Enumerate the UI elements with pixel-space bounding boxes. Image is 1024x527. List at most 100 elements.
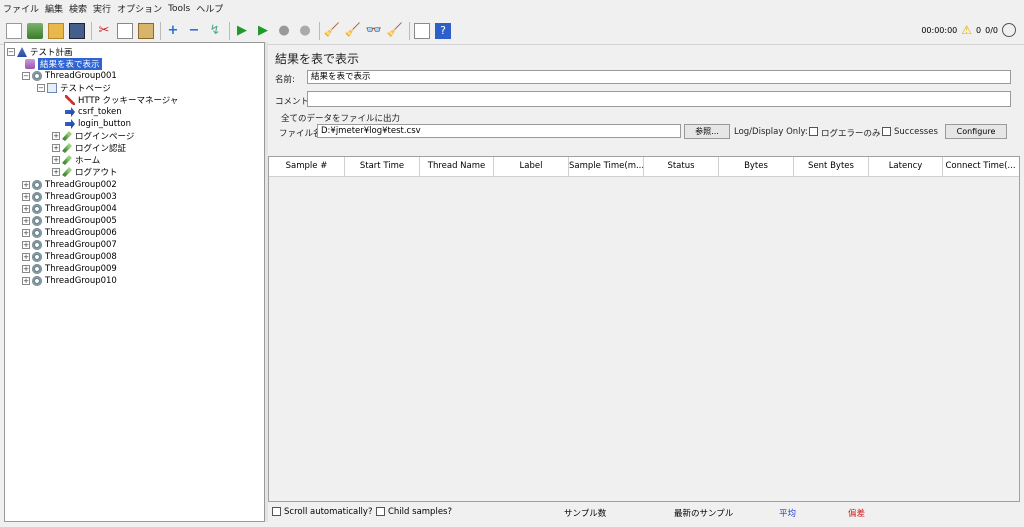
shutdown-icon[interactable]: ● xyxy=(297,23,313,39)
column-header[interactable]: Connect Time(... xyxy=(943,157,1018,177)
tree-node-thread-group[interactable]: + ThreadGroup002 xyxy=(22,179,117,191)
open-icon[interactable] xyxy=(48,22,64,39)
column-header[interactable]: Bytes xyxy=(719,157,794,177)
save-icon[interactable] xyxy=(69,22,85,39)
tree-node-thread-group[interactable]: + ThreadGroup004 xyxy=(22,203,117,215)
tree-node-login-page[interactable]: + ログインページ xyxy=(52,130,134,142)
tree-label: ThreadGroup001 xyxy=(45,71,117,81)
tree-node-cookie-manager[interactable]: HTTP クッキーマネージャ xyxy=(65,94,178,106)
comment-field[interactable] xyxy=(307,91,1011,107)
expand-toggle[interactable]: + xyxy=(52,144,60,152)
menu-edit[interactable]: 編集 xyxy=(45,2,63,15)
tree-node-home[interactable]: + ホーム xyxy=(52,154,100,166)
expand-toggle[interactable]: + xyxy=(22,253,30,261)
column-header[interactable]: Start Time xyxy=(345,157,420,177)
templates-icon[interactable] xyxy=(27,22,43,39)
expand-toggle[interactable]: + xyxy=(52,168,60,176)
tree-node-thread-group[interactable]: + ThreadGroup008 xyxy=(22,251,117,263)
tree-node-thread-group[interactable]: + ThreadGroup006 xyxy=(22,227,117,239)
tree-node-thread-group[interactable]: − ThreadGroup001 xyxy=(22,70,117,82)
configure-button[interactable]: Configure xyxy=(945,124,1007,139)
column-header[interactable]: Thread Name xyxy=(420,157,494,177)
start-no-pause-icon[interactable]: ▶ xyxy=(255,23,271,39)
paste-icon[interactable] xyxy=(138,22,154,39)
toolbar-separator xyxy=(409,21,410,40)
copy-icon[interactable] xyxy=(117,22,133,39)
thread-group-icon xyxy=(32,192,42,202)
expand-toggle[interactable]: + xyxy=(52,132,60,140)
function-helper-icon[interactable] xyxy=(414,22,430,39)
menu-search[interactable]: 検索 xyxy=(69,2,87,15)
tree-node-csrf-token[interactable]: csrf_token xyxy=(65,106,122,118)
successes-checkbox[interactable] xyxy=(882,127,891,136)
test-plan-icon xyxy=(17,47,27,57)
tree-node-test-page[interactable]: − テストページ xyxy=(37,82,111,94)
column-header[interactable]: Status xyxy=(644,157,719,177)
toolbar-separator xyxy=(160,21,161,40)
stop-icon[interactable]: ● xyxy=(276,23,292,39)
new-icon[interactable] xyxy=(6,22,22,39)
tree-label: login_button xyxy=(78,119,131,129)
expand-toggle[interactable]: + xyxy=(22,265,30,273)
column-header[interactable]: Latency xyxy=(869,157,943,177)
help-icon[interactable]: ? xyxy=(435,22,451,39)
errors-only-checkbox[interactable] xyxy=(809,127,818,136)
tree-node-thread-group[interactable]: + ThreadGroup010 xyxy=(22,275,117,287)
expand-icon[interactable]: + xyxy=(165,23,181,39)
start-icon[interactable]: ▶ xyxy=(234,23,250,39)
tree-label: ホーム xyxy=(75,156,101,166)
search-icon[interactable]: 👓 xyxy=(366,23,382,39)
scroll-auto-checkbox[interactable] xyxy=(272,507,281,516)
cut-icon[interactable]: ✂ xyxy=(96,23,112,39)
clear-icon[interactable]: 🧹 xyxy=(324,23,340,39)
warning-count: 0 xyxy=(976,25,982,35)
tree-node-thread-group[interactable]: + ThreadGroup005 xyxy=(22,215,117,227)
browse-button[interactable]: 参照... xyxy=(684,124,730,139)
column-header[interactable]: Sample Time(m... xyxy=(569,157,644,177)
expand-toggle[interactable]: + xyxy=(22,277,30,285)
tree-label: ThreadGroup002 xyxy=(45,180,117,190)
reset-search-icon[interactable]: 🧹 xyxy=(387,23,403,39)
tree-node-login-button[interactable]: login_button xyxy=(65,118,131,130)
expand-toggle[interactable]: + xyxy=(22,181,30,189)
column-header[interactable]: Sample # xyxy=(269,157,345,177)
collapse-toggle[interactable]: − xyxy=(37,84,45,92)
expand-toggle[interactable]: + xyxy=(22,205,30,213)
results-table[interactable]: Sample # Start Time Thread Name Label Sa… xyxy=(268,156,1020,502)
expand-toggle[interactable]: + xyxy=(52,156,60,164)
warning-icon[interactable]: ⚠ xyxy=(961,23,972,37)
collapse-toggle[interactable]: − xyxy=(22,72,30,80)
page-title: 結果を表で表示 xyxy=(275,52,360,66)
collapse-toggle[interactable]: − xyxy=(7,48,15,56)
tree-node-thread-group[interactable]: + ThreadGroup003 xyxy=(22,191,117,203)
tree-node-test-plan[interactable]: − テスト計画 xyxy=(7,46,73,58)
collapse-icon[interactable]: − xyxy=(186,23,202,39)
menu-run[interactable]: 実行 xyxy=(93,2,111,15)
deviation-label: 偏差 xyxy=(848,509,866,519)
clear-all-icon[interactable]: 🧹 xyxy=(345,23,361,39)
tree-label: ThreadGroup006 xyxy=(45,228,117,238)
menu-options[interactable]: オプション xyxy=(117,2,162,15)
expand-toggle[interactable]: + xyxy=(22,193,30,201)
menu-file[interactable]: ファイル xyxy=(3,2,39,15)
tree-node-login-auth[interactable]: + ログイン認証 xyxy=(52,142,126,154)
remote-icon[interactable] xyxy=(1002,23,1016,37)
expand-toggle[interactable]: + xyxy=(22,217,30,225)
menu-tools[interactable]: Tools xyxy=(168,4,190,14)
filename-field[interactable]: D:¥jmeter¥log¥test.csv xyxy=(317,124,681,138)
tree-node-view-results-table[interactable]: 結果を表で表示 xyxy=(25,58,102,70)
toolbar-separator xyxy=(229,21,230,40)
column-header[interactable]: Sent Bytes xyxy=(794,157,869,177)
name-field[interactable]: 結果を表で表示 xyxy=(307,70,1011,84)
toggle-icon[interactable]: ↯ xyxy=(207,23,223,39)
expand-toggle[interactable]: + xyxy=(22,229,30,237)
expand-toggle[interactable]: + xyxy=(22,241,30,249)
tree-node-logout[interactable]: + ログアウト xyxy=(52,166,118,178)
tree-label: ThreadGroup008 xyxy=(45,252,117,262)
tree-node-thread-group[interactable]: + ThreadGroup007 xyxy=(22,239,117,251)
menu-help[interactable]: ヘルプ xyxy=(196,2,223,15)
child-samples-checkbox[interactable] xyxy=(376,507,385,516)
tree-node-thread-group[interactable]: + ThreadGroup009 xyxy=(22,263,117,275)
column-header[interactable]: Label xyxy=(494,157,569,177)
timer-text: 00:00:00 xyxy=(921,25,958,35)
